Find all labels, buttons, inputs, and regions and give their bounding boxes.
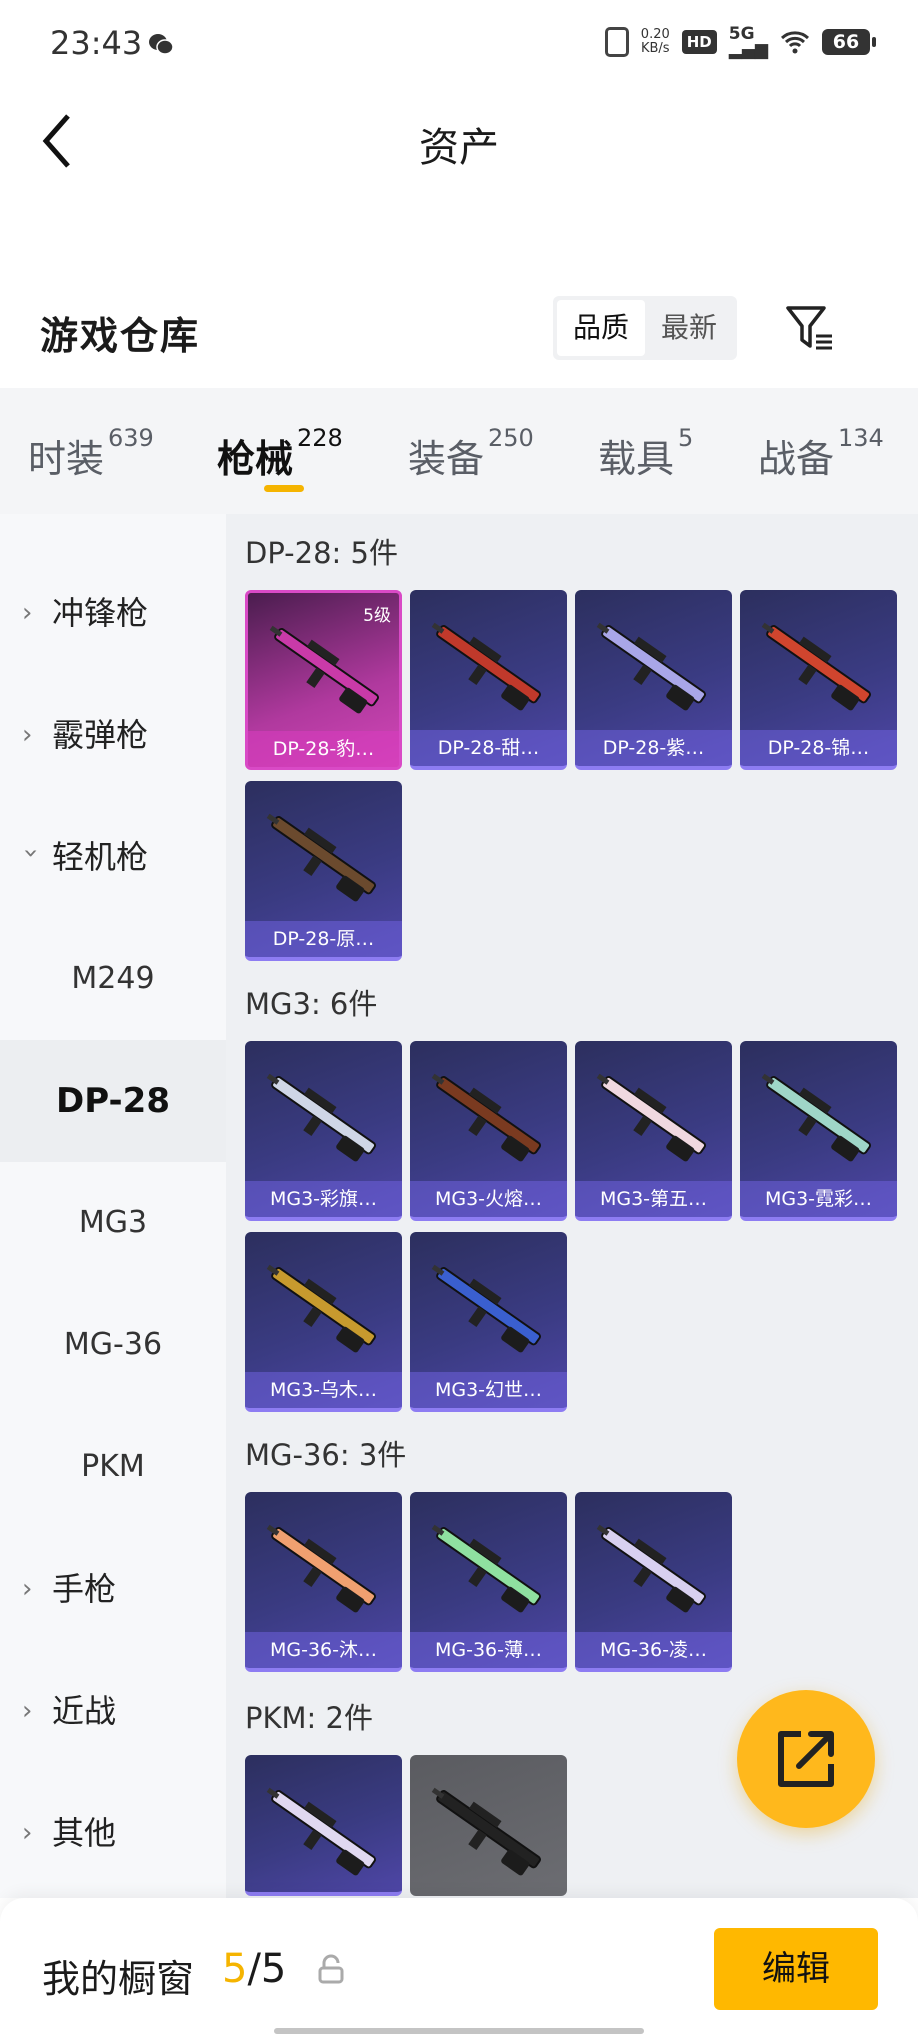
group-title: MG-36: 3件 <box>245 1438 407 1472</box>
weapon-icon <box>761 1073 871 1162</box>
active-tab-indicator <box>264 485 304 492</box>
weapon-icon <box>266 813 376 902</box>
weapon-name: MG3-乌木… <box>245 1372 402 1408</box>
weapon-icon <box>431 1787 541 1876</box>
sidebar-subitem-m249[interactable]: M249 <box>0 918 226 1040</box>
status-bar: 23:43 0.20 KB/s HD 5G ▂▄▆ 66 <box>0 0 918 92</box>
weapon-card[interactable]: DP-28-紫… <box>575 590 732 770</box>
weapon-icon <box>431 1264 541 1353</box>
weapon-name: DP-28-锦… <box>740 730 897 766</box>
weapon-card[interactable]: DP-28-甜… <box>410 590 567 770</box>
sidebar-item-shotgun[interactable]: › 霰弹枪 <box>0 674 226 796</box>
weapon-icon <box>266 1787 376 1876</box>
home-indicator <box>274 2028 644 2034</box>
sidebar-subitem-mg36[interactable]: MG-36 <box>0 1284 226 1406</box>
weapon-icon <box>431 1524 541 1613</box>
page-title: 资产 <box>419 125 499 171</box>
weapon-name: MG3-霓彩… <box>740 1181 897 1217</box>
group-title: PKM: 2件 <box>245 1701 373 1735</box>
sidebar-item-lmg[interactable]: › 轻机枪 <box>0 796 226 918</box>
weapon-card[interactable]: 5级 DP-28-豹… <box>245 590 402 770</box>
weapon-name: MG-36-薄… <box>410 1632 567 1668</box>
wechat-icon <box>149 34 174 55</box>
weapon-card[interactable]: MG3-彩旗… <box>245 1041 402 1221</box>
weapon-card[interactable]: MG-36-沐… <box>245 1492 402 1672</box>
sidebar-subitem-mg3[interactable]: MG3 <box>0 1162 226 1284</box>
weapon-name: DP-28-紫… <box>575 730 732 766</box>
weapon-icon <box>266 1524 376 1613</box>
signal-icon: 5G ▂▄▆ <box>728 24 768 60</box>
share-button[interactable] <box>737 1690 875 1828</box>
sidebar-item-pistol[interactable]: › 手枪 <box>0 1528 226 1650</box>
sort-toggle: 品质 最新 <box>553 296 737 360</box>
tab-guns[interactable]: 枪械 228 <box>217 424 343 483</box>
weapon-name: MG-36-凌… <box>575 1632 732 1668</box>
weapon-card[interactable]: MG3-霓彩… <box>740 1041 897 1221</box>
tab-vehicles[interactable]: 载具 5 <box>598 424 693 483</box>
weapon-name: MG-36-沐… <box>245 1632 402 1668</box>
weapon-icon <box>431 1073 541 1162</box>
weapon-card[interactable]: MG3-幻世… <box>410 1232 567 1412</box>
wifi-icon <box>780 31 810 54</box>
sidebar-item-melee[interactable]: › 近战 <box>0 1650 226 1772</box>
battery-icon: 66 <box>822 29 876 55</box>
sort-quality-button[interactable]: 品质 <box>557 300 645 356</box>
group-title: MG3: 6件 <box>245 987 378 1021</box>
sidebar-subitem-pkm[interactable]: PKM <box>0 1406 226 1528</box>
weapon-card[interactable] <box>410 1755 567 1896</box>
chevron-right-icon: › <box>22 1818 33 1848</box>
weapon-icon <box>596 622 706 711</box>
weapon-icon <box>431 622 541 711</box>
sidebar-item-other[interactable]: › 其他 <box>0 1772 226 1894</box>
weapon-name: DP-28-原… <box>245 921 402 957</box>
weapon-name: DP-28-甜… <box>410 730 567 766</box>
lock-icon <box>318 1954 344 1984</box>
share-icon <box>778 1731 834 1787</box>
weapon-name: DP-28-豹… <box>248 731 399 767</box>
chevron-right-icon: › <box>22 720 33 750</box>
sort-newest-button[interactable]: 最新 <box>645 300 733 356</box>
status-time: 23:43 <box>50 24 143 62</box>
tab-fashion[interactable]: 时装 639 <box>28 424 154 483</box>
weapon-icon <box>269 625 379 714</box>
weapon-icon <box>266 1264 376 1353</box>
sidebar-item-smg[interactable]: › 冲锋枪 <box>0 552 226 674</box>
hd-icon: HD <box>681 30 717 54</box>
level-badge: 5级 <box>363 606 391 626</box>
weapon-card[interactable]: MG-36-凌… <box>575 1492 732 1672</box>
weapon-card[interactable]: MG3-第五… <box>575 1041 732 1221</box>
weapon-card[interactable]: DP-28-锦… <box>740 590 897 770</box>
weapon-icon <box>761 622 871 711</box>
group-title: DP-28: 5件 <box>245 536 398 570</box>
chevron-right-icon: › <box>22 1696 33 1726</box>
weapon-card[interactable]: MG-36-薄… <box>410 1492 567 1672</box>
sidebar-subitem-dp28[interactable]: DP-28 <box>0 1040 226 1162</box>
weapon-icon <box>596 1524 706 1613</box>
showcase-bar: 我的橱窗 5/5 编辑 <box>0 1898 918 2040</box>
weapon-name: MG3-彩旗… <box>245 1181 402 1217</box>
weapon-card[interactable]: DP-28-原… <box>245 781 402 961</box>
net-speed: 0.20 KB/s <box>640 27 670 56</box>
weapon-name: MG3-火熔… <box>410 1181 567 1217</box>
vibrate-icon <box>604 27 629 57</box>
weapon-icon <box>266 1073 376 1162</box>
weapon-card[interactable]: MG3-火熔… <box>410 1041 567 1221</box>
weapon-card[interactable] <box>245 1755 402 1896</box>
chevron-right-icon: › <box>22 598 33 628</box>
edit-button[interactable]: 编辑 <box>714 1928 878 2010</box>
showcase-count: 5/5 <box>222 1946 287 1992</box>
chevron-right-icon: › <box>22 1574 33 1604</box>
weapon-icon <box>596 1073 706 1162</box>
weapon-name: MG3-幻世… <box>410 1372 567 1408</box>
tab-supplies[interactable]: 战备 134 <box>758 424 884 483</box>
weapon-card[interactable]: MG3-乌木… <box>245 1232 402 1412</box>
tab-equipment[interactable]: 装备 250 <box>408 424 534 483</box>
section-title: 游戏仓库 <box>40 314 201 358</box>
weapon-name: MG3-第五… <box>575 1181 732 1217</box>
filter-icon[interactable] <box>784 302 836 354</box>
showcase-label: 我的橱窗 <box>42 1957 195 2001</box>
